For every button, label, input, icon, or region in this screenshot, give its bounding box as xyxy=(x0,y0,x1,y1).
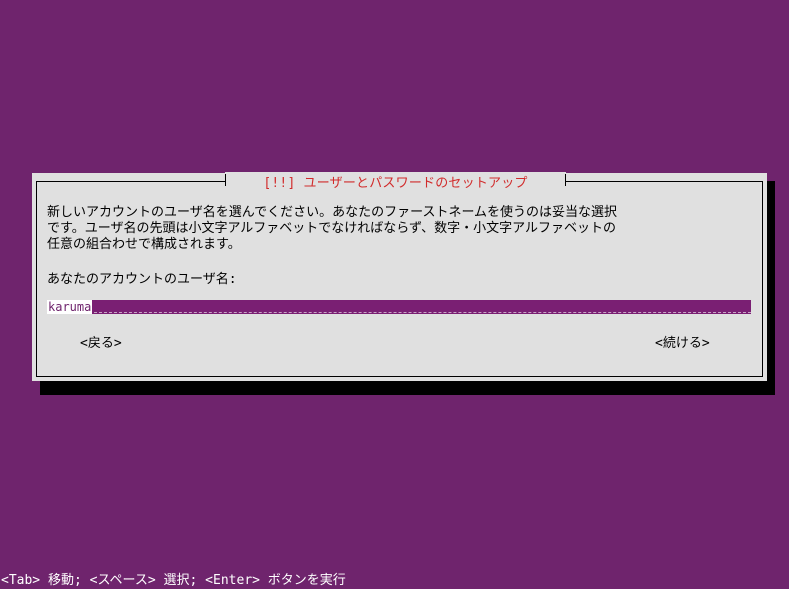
title-right-bracket xyxy=(565,174,566,186)
dialog-description: 新しいアカウントのユーザ名を選んでください。あなたのファーストネームを使うのは妥… xyxy=(47,205,757,253)
back-button[interactable]: <戻る> xyxy=(80,332,122,351)
username-input-value: karuma xyxy=(47,300,93,314)
continue-button[interactable]: <続ける> xyxy=(655,332,710,351)
description-line-2: です。ユーザ名の先頭は小文字アルファベットでなければならず、数字・小文字アルファ… xyxy=(47,221,617,236)
username-input[interactable]: karuma xyxy=(47,300,751,314)
dialog-title-bar: [!!] ユーザーとパスワードのセットアップ xyxy=(225,172,566,191)
description-line-1: 新しいアカウントのユーザ名を選んでください。あなたのファーストネームを使うのは妥… xyxy=(47,205,618,220)
title-left-bracket xyxy=(225,174,226,186)
dialog-title: [!!] ユーザーとパスワードのセットアップ xyxy=(263,175,528,191)
username-prompt: あなたのアカウントのユーザ名: xyxy=(47,272,237,287)
description-line-3: 任意の組合わせで構成されます。 xyxy=(47,237,241,252)
status-bar: <Tab> 移動; <スペース> 選択; <Enter> ボタンを実行 xyxy=(0,572,789,589)
username-input-blank xyxy=(92,300,751,314)
